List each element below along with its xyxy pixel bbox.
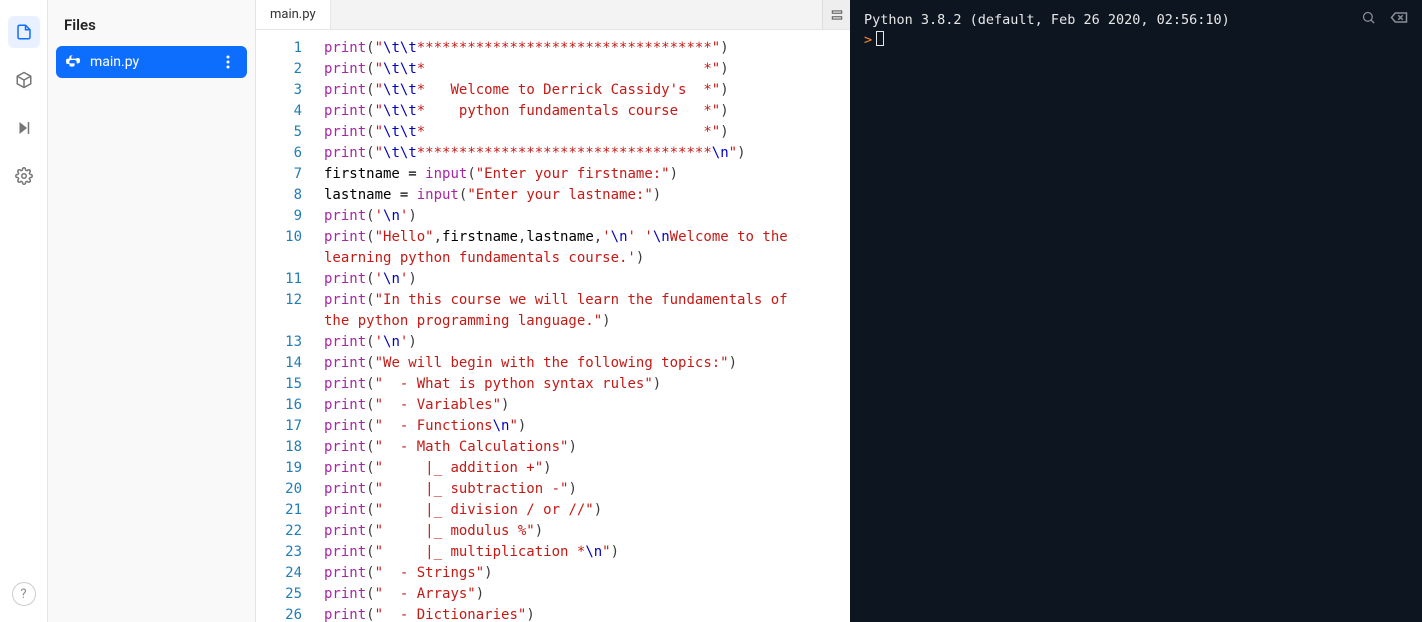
editor-tabs: main.py [256,0,850,30]
tab-menu-icon[interactable] [822,0,850,29]
tab-main[interactable]: main.py [256,0,331,29]
files-panel: Files main.py [48,0,256,622]
terminal-header: Python 3.8.2 (default, Feb 26 2020, 02:5… [864,10,1408,30]
file-item-label: main.py [90,54,139,70]
left-nav: ? [0,0,48,622]
terminal-actions [1361,10,1408,25]
code-editor[interactable]: 12345678910.1112.13141516171819202122232… [256,30,850,622]
nav-files-icon[interactable] [8,16,40,48]
terminal-prompt: > [864,32,872,48]
file-item-more-icon[interactable] [219,55,237,69]
nav-run-icon[interactable] [8,112,40,144]
terminal-cursor [876,31,884,46]
file-item-main[interactable]: main.py [56,46,247,78]
nav-settings-icon[interactable] [8,160,40,192]
code-content[interactable]: print("\t\t*****************************… [314,30,850,622]
help-icon[interactable]: ? [12,582,36,606]
search-icon[interactable] [1361,10,1376,25]
terminal-prompt-line[interactable]: > [864,30,1408,50]
editor-area: main.py 12345678910.1112.131415161718192… [256,0,850,622]
files-panel-title: Files [56,12,247,46]
python-icon [66,54,82,70]
clear-icon[interactable] [1390,10,1408,25]
nav-packages-icon[interactable] [8,64,40,96]
terminal[interactable]: Python 3.8.2 (default, Feb 26 2020, 02:5… [850,0,1422,622]
line-gutter: 12345678910.1112.13141516171819202122232… [256,30,314,622]
